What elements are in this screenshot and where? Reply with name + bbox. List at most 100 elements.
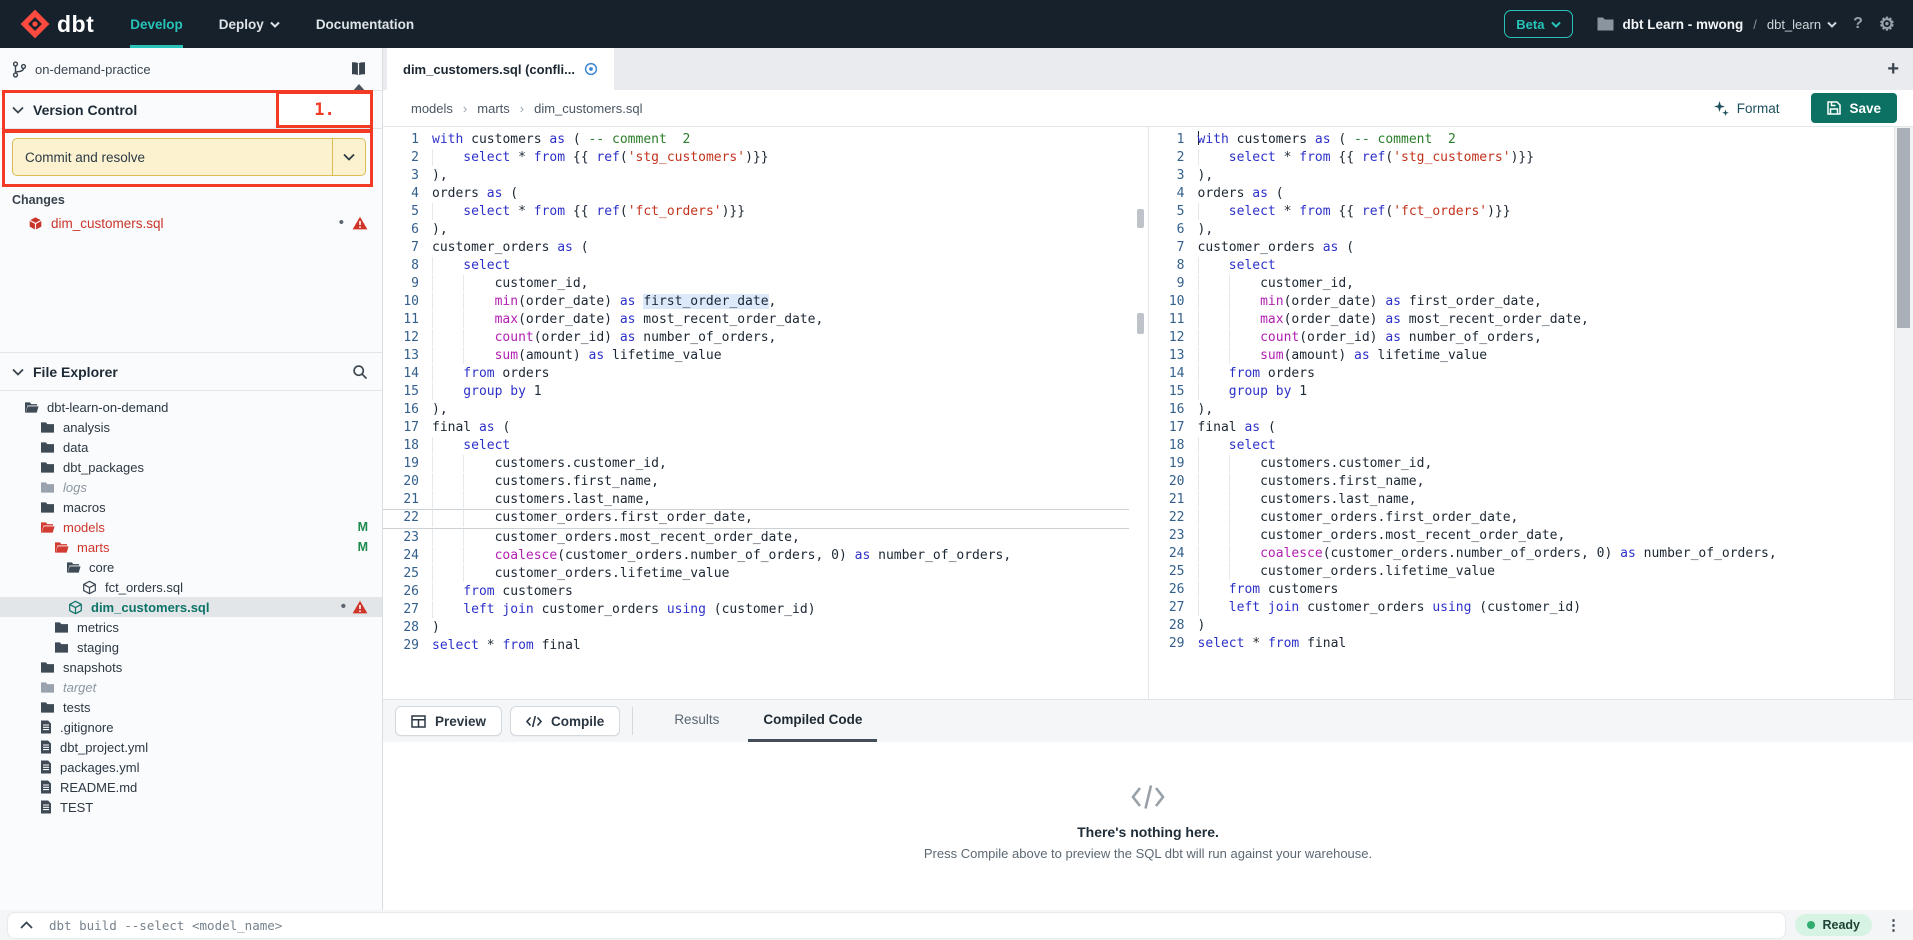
code-line-right-6[interactable]: 6),: [1149, 221, 1895, 239]
tree-item-snapshots[interactable]: snapshots: [0, 657, 382, 677]
tab-dim-customers[interactable]: dim_customers.sql (confli...: [387, 48, 614, 90]
code-line-left-19[interactable]: 19customers.customer_id,: [383, 455, 1129, 473]
tree-item-test[interactable]: TEST: [0, 797, 382, 817]
tree-item--gitignore[interactable]: .gitignore: [0, 717, 382, 737]
code-line-left-5[interactable]: 5select * from {{ ref('fct_orders')}}: [383, 203, 1129, 221]
code-pane-left[interactable]: 1with customers as ( -- comment 22select…: [383, 127, 1129, 699]
code-line-right-4[interactable]: 4orders as (: [1149, 185, 1895, 203]
tree-item-macros[interactable]: macros: [0, 497, 382, 517]
code-line-right-2[interactable]: 2select * from {{ ref('stg_customers')}}: [1149, 149, 1895, 167]
tree-item-readme-md[interactable]: README.md: [0, 777, 382, 797]
nav-item-develop[interactable]: Develop: [130, 0, 183, 48]
code-line-left-16[interactable]: 16),: [383, 401, 1129, 419]
help-icon[interactable]: ?: [1853, 15, 1863, 33]
code-line-right-24[interactable]: 24coalesce(customer_orders.number_of_ord…: [1149, 545, 1895, 563]
code-line-left-28[interactable]: 28): [383, 619, 1129, 637]
code-line-right-20[interactable]: 20customers.first_name,: [1149, 473, 1895, 491]
code-line-left-7[interactable]: 7customer_orders as (: [383, 239, 1129, 257]
code-line-right-9[interactable]: 9customer_id,: [1149, 275, 1895, 293]
tree-item-tests[interactable]: tests: [0, 697, 382, 717]
code-line-left-20[interactable]: 20customers.first_name,: [383, 473, 1129, 491]
code-line-left-8[interactable]: 8select: [383, 257, 1129, 275]
tab-results[interactable]: Results: [659, 700, 734, 742]
breadcrumb-item[interactable]: dim_customers.sql: [534, 101, 642, 116]
tree-item-dbt-learn-on-demand[interactable]: dbt-learn-on-demand: [0, 397, 382, 417]
breadcrumb-item[interactable]: marts: [477, 101, 510, 116]
new-tab-icon[interactable]: +: [1873, 58, 1913, 81]
code-line-right-22[interactable]: 22customer_orders.first_order_date,: [1149, 509, 1895, 527]
tree-item-models[interactable]: modelsM: [0, 517, 382, 537]
project-dropdown[interactable]: dbt_learn: [1767, 17, 1837, 32]
scrollbar-mark[interactable]: [1137, 313, 1144, 334]
code-line-left-23[interactable]: 23customer_orders.most_recent_order_date…: [383, 529, 1129, 547]
commit-and-resolve-button[interactable]: Commit and resolve: [12, 138, 366, 176]
code-line-left-1[interactable]: 1with customers as ( -- comment 2: [383, 131, 1129, 149]
tree-item-dim-customers-sql[interactable]: dim_customers.sql•: [0, 597, 382, 617]
code-line-right-25[interactable]: 25customer_orders.lifetime_value: [1149, 563, 1895, 581]
code-line-right-12[interactable]: 12count(order_id) as number_of_orders,: [1149, 329, 1895, 347]
nav-item-deploy[interactable]: Deploy: [219, 0, 280, 48]
code-line-right-11[interactable]: 11max(order_date) as most_recent_order_d…: [1149, 311, 1895, 329]
code-line-right-14[interactable]: 14from orders: [1149, 365, 1895, 383]
branch-row[interactable]: on-demand-practice: [0, 48, 382, 91]
account-switcher[interactable]: dbt Learn - mwong / dbt_learn: [1597, 17, 1837, 32]
changed-file-row[interactable]: dim_customers.sql•: [0, 211, 382, 235]
beta-dropdown[interactable]: Beta: [1504, 10, 1573, 38]
code-line-right-17[interactable]: 17final as (: [1149, 419, 1895, 437]
modified-indicator-icon[interactable]: [584, 62, 598, 76]
scrollbar-mark[interactable]: [1137, 209, 1144, 228]
tree-item-dbt-project-yml[interactable]: dbt_project.yml: [0, 737, 382, 757]
dbt-logo[interactable]: dbt: [20, 0, 94, 48]
search-icon[interactable]: [352, 364, 368, 380]
code-line-left-25[interactable]: 25customer_orders.lifetime_value: [383, 565, 1129, 583]
tree-item-analysis[interactable]: analysis: [0, 417, 382, 437]
code-line-right-13[interactable]: 13sum(amount) as lifetime_value: [1149, 347, 1895, 365]
code-line-left-13[interactable]: 13sum(amount) as lifetime_value: [383, 347, 1129, 365]
tab-compiled-code[interactable]: Compiled Code: [748, 700, 877, 742]
tree-item-target[interactable]: target: [0, 677, 382, 697]
chevron-down-icon[interactable]: [12, 368, 24, 376]
tree-item-metrics[interactable]: metrics: [0, 617, 382, 637]
code-line-left-29[interactable]: 29select * from final: [383, 637, 1129, 655]
code-line-left-9[interactable]: 9customer_id,: [383, 275, 1129, 293]
code-line-right-3[interactable]: 3),: [1149, 167, 1895, 185]
file-explorer-header[interactable]: File Explorer: [0, 352, 382, 391]
nav-item-documentation[interactable]: Documentation: [316, 0, 414, 48]
code-line-right-29[interactable]: 29select * from final: [1149, 635, 1895, 653]
gear-icon[interactable]: ⚙: [1879, 14, 1895, 35]
tree-item-packages-yml[interactable]: packages.yml: [0, 757, 382, 777]
tree-item-data[interactable]: data: [0, 437, 382, 457]
code-pane-right[interactable]: 1with customers as ( -- comment 22select…: [1149, 127, 1895, 699]
code-line-left-4[interactable]: 4orders as (: [383, 185, 1129, 203]
vertical-scrollbar[interactable]: [1894, 127, 1913, 699]
code-line-right-5[interactable]: 5select * from {{ ref('fct_orders')}}: [1149, 203, 1895, 221]
code-line-right-1[interactable]: 1with customers as ( -- comment 2: [1149, 131, 1895, 149]
scrollbar-thumb[interactable]: [1897, 128, 1910, 328]
code-line-right-15[interactable]: 15group by 1: [1149, 383, 1895, 401]
preview-button[interactable]: Preview: [395, 706, 502, 736]
tree-item-fct-orders-sql[interactable]: fct_orders.sql: [0, 577, 382, 597]
code-line-left-24[interactable]: 24coalesce(customer_orders.number_of_ord…: [383, 547, 1129, 565]
tree-item-logs[interactable]: logs: [0, 477, 382, 497]
code-line-left-26[interactable]: 26from customers: [383, 583, 1129, 601]
code-line-right-8[interactable]: 8select: [1149, 257, 1895, 275]
breadcrumb-item[interactable]: models: [411, 101, 453, 116]
tree-item-staging[interactable]: staging: [0, 637, 382, 657]
code-line-left-11[interactable]: 11max(order_date) as most_recent_order_d…: [383, 311, 1129, 329]
code-line-right-28[interactable]: 28): [1149, 617, 1895, 635]
code-line-left-2[interactable]: 2select * from {{ ref('stg_customers')}}: [383, 149, 1129, 167]
code-line-left-17[interactable]: 17final as (: [383, 419, 1129, 437]
code-line-left-15[interactable]: 15group by 1: [383, 383, 1129, 401]
code-line-right-26[interactable]: 26from customers: [1149, 581, 1895, 599]
version-control-header[interactable]: Version Control: [0, 91, 382, 129]
code-line-right-7[interactable]: 7customer_orders as (: [1149, 239, 1895, 257]
chevron-down-icon[interactable]: [12, 106, 24, 114]
tree-item-core[interactable]: core: [0, 557, 382, 577]
status-badge[interactable]: Ready: [1795, 914, 1872, 936]
code-line-right-18[interactable]: 18select: [1149, 437, 1895, 455]
code-line-left-3[interactable]: 3),: [383, 167, 1129, 185]
tree-item-marts[interactable]: martsM: [0, 537, 382, 557]
command-input[interactable]: dbt build --select <model_name>: [8, 913, 1785, 938]
code-line-left-18[interactable]: 18select: [383, 437, 1129, 455]
code-line-right-16[interactable]: 16),: [1149, 401, 1895, 419]
